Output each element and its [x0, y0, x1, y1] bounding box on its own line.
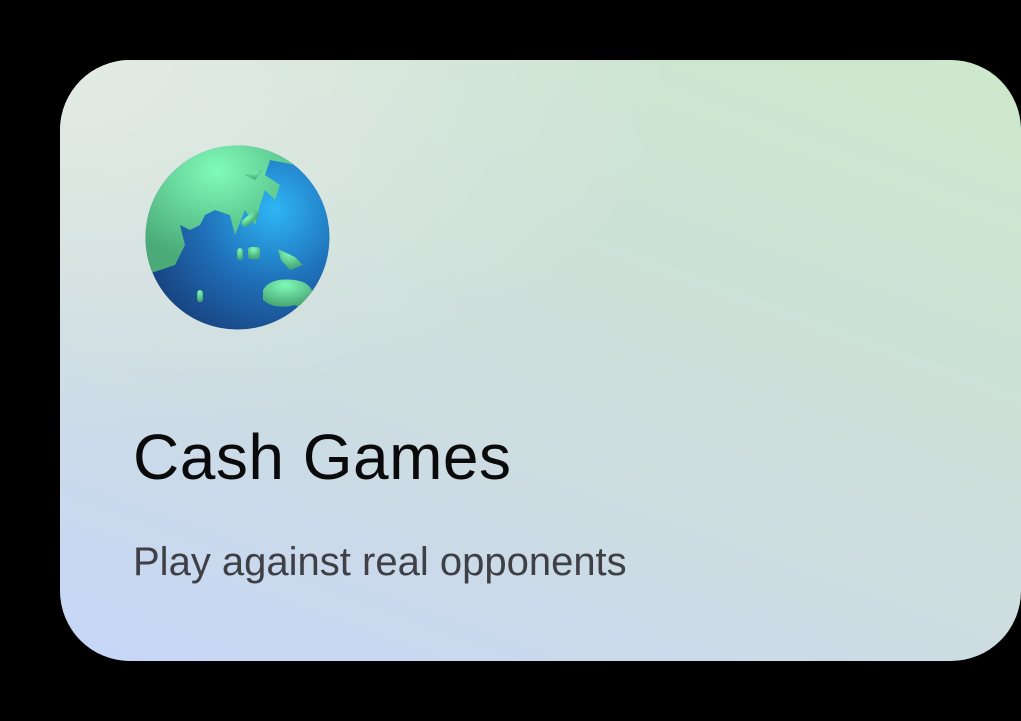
card-title: Cash Games [133, 421, 512, 493]
cash-games-card[interactable]: Cash Games Play against real opponents [60, 60, 1021, 661]
card-subtitle: Play against real opponents [133, 540, 627, 584]
globe-asia-australia-icon [145, 145, 330, 330]
